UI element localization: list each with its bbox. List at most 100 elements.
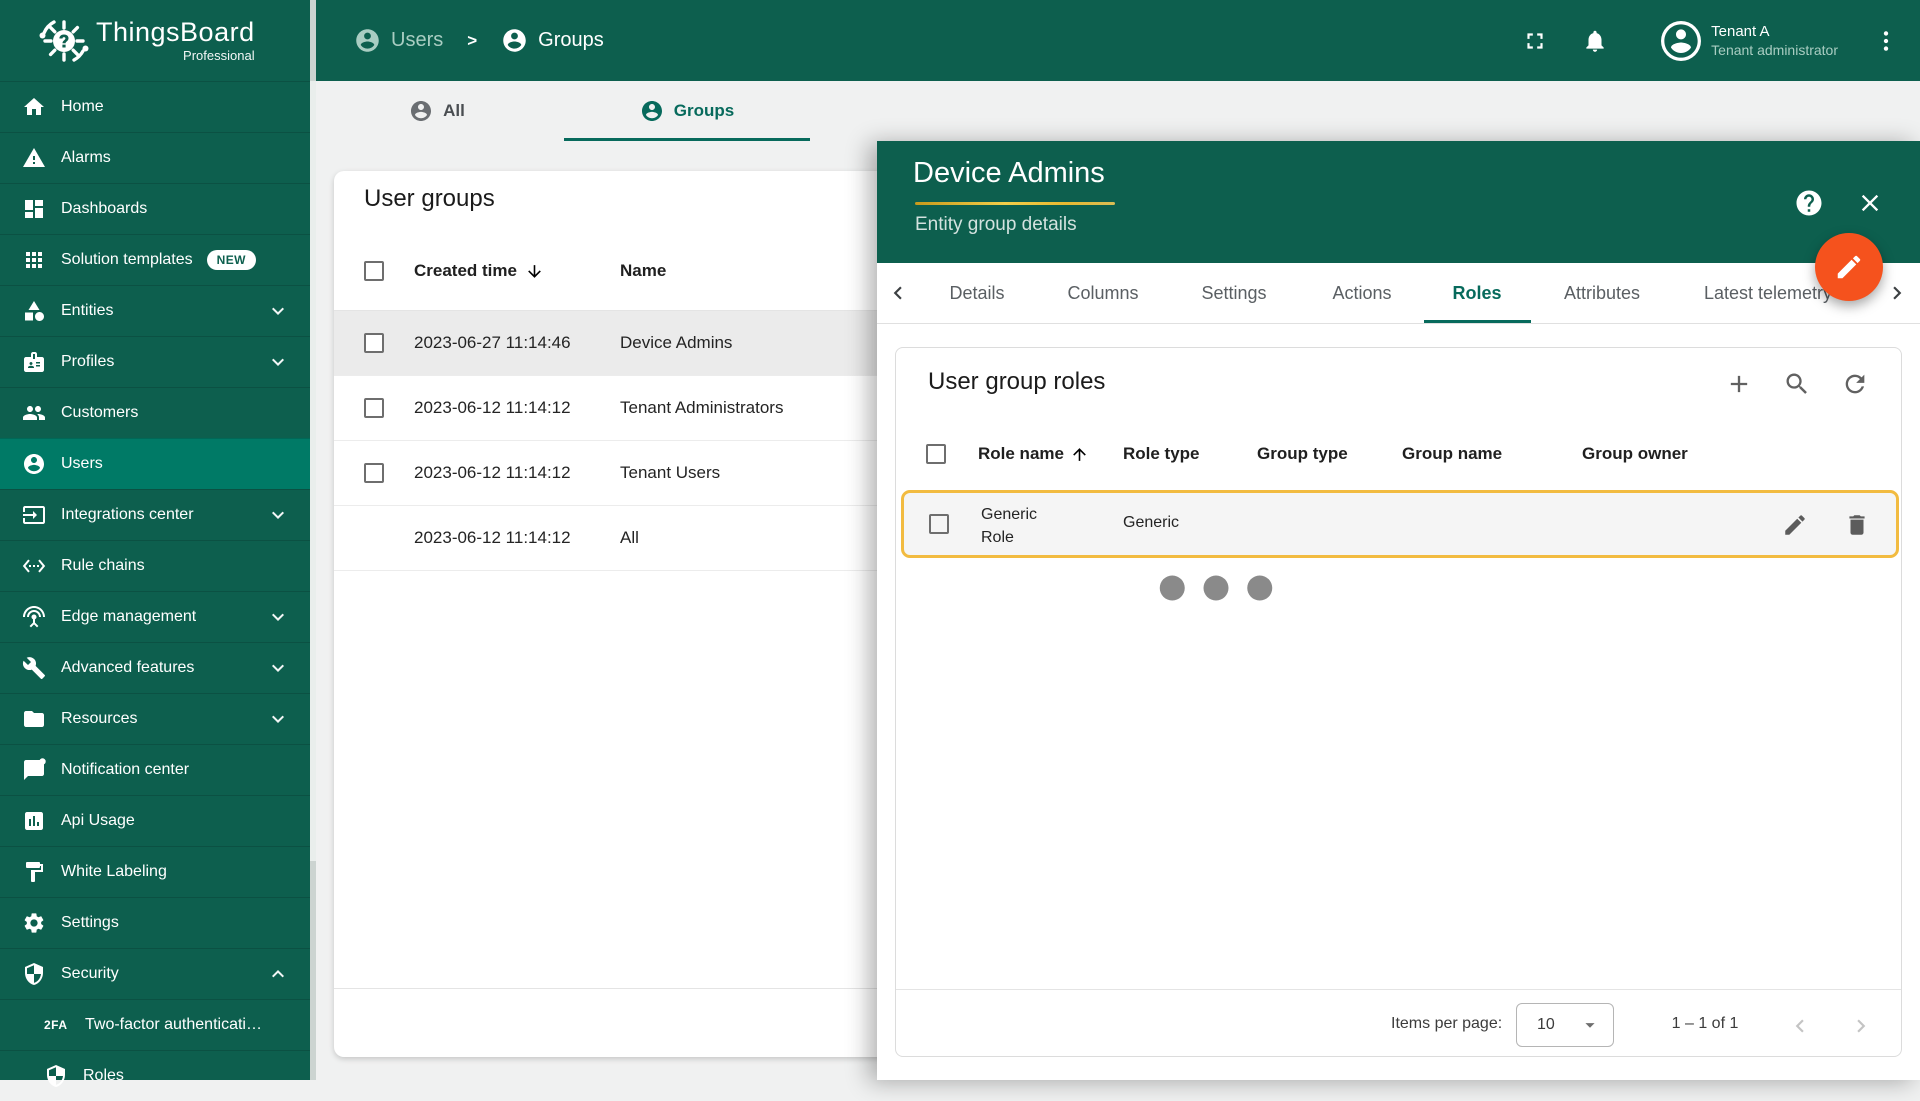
column-label: Role name bbox=[978, 444, 1064, 464]
sidebar-item-api-usage[interactable]: Api Usage bbox=[0, 795, 310, 846]
sidebar-item-label: White Labeling bbox=[61, 863, 167, 881]
delete-role-button[interactable] bbox=[1844, 512, 1870, 538]
row-checkbox[interactable] bbox=[929, 514, 949, 534]
app-logo[interactable]: ThingsBoard Professional bbox=[0, 0, 310, 81]
more-horiz-icon bbox=[1066, 513, 1366, 663]
account-circle-icon bbox=[354, 27, 381, 54]
previous-page-button[interactable] bbox=[1787, 1013, 1813, 1039]
row-checkbox[interactable] bbox=[364, 398, 384, 418]
sidebar-item-dashboards[interactable]: Dashboards bbox=[0, 183, 310, 234]
table-row-highlighted[interactable]: Generic Role Generic bbox=[901, 490, 1899, 558]
notifications-button[interactable] bbox=[1573, 19, 1617, 63]
sidebar-item-integrations-center[interactable]: Integrations center bbox=[0, 489, 310, 540]
refresh-button[interactable] bbox=[1841, 370, 1869, 398]
drawer-header: Device Admins Entity group details bbox=[877, 141, 1920, 263]
paint-icon bbox=[22, 860, 46, 884]
sidebar-item-label: Advanced features bbox=[61, 659, 194, 677]
help-button[interactable] bbox=[1794, 188, 1824, 218]
breadcrumb: Users > Groups bbox=[354, 0, 604, 81]
tab-roles[interactable]: Roles bbox=[1452, 263, 1501, 324]
column-role-name[interactable]: Role name bbox=[978, 444, 1089, 464]
sidebar-item-edge-management[interactable]: Edge management bbox=[0, 591, 310, 642]
sidebar-scrollbar[interactable] bbox=[310, 0, 316, 1080]
sidebar-item-customers[interactable]: Customers bbox=[0, 387, 310, 438]
sidebar-item-users[interactable]: Users bbox=[0, 438, 310, 489]
drawer-subtitle: Entity group details bbox=[915, 214, 1077, 236]
sidebar-item-two-factor-authentication[interactable]: 2FATwo-factor authenticati… bbox=[0, 999, 310, 1050]
column-group-type[interactable]: Group type bbox=[1257, 444, 1348, 464]
warning-icon bbox=[22, 146, 46, 170]
sidebar-item-entities[interactable]: Entities bbox=[0, 285, 310, 336]
breadcrumb-item-groups[interactable]: Groups bbox=[501, 27, 604, 54]
sidebar-item-security[interactable]: Security bbox=[0, 948, 310, 999]
column-label: Group name bbox=[1402, 444, 1502, 464]
close-button[interactable] bbox=[1856, 189, 1884, 217]
more-menu-button[interactable] bbox=[1864, 19, 1908, 63]
edit-role-button[interactable] bbox=[1782, 512, 1808, 538]
sidebar-item-label: Alarms bbox=[61, 149, 111, 167]
apps-grid-icon bbox=[22, 248, 46, 272]
person-icon bbox=[1661, 20, 1701, 62]
sidebar-item-home[interactable]: Home bbox=[0, 81, 310, 132]
cell-role-type: Generic bbox=[1123, 514, 1179, 532]
tenant-name: Tenant A bbox=[1711, 22, 1838, 42]
add-role-button[interactable] bbox=[1725, 370, 1753, 398]
page-size-select[interactable]: 10 bbox=[1516, 1003, 1614, 1047]
trash-icon bbox=[1844, 512, 1870, 538]
sidebar-item-notification-center[interactable]: Notification center bbox=[0, 744, 310, 795]
logo-title: ThingsBoard bbox=[96, 19, 255, 46]
sidebar-item-resources[interactable]: Resources bbox=[0, 693, 310, 744]
tab-settings[interactable]: Settings bbox=[1201, 263, 1266, 324]
folder-icon bbox=[22, 707, 46, 731]
column-name[interactable]: Name bbox=[620, 261, 666, 281]
account-circle-icon bbox=[22, 452, 46, 476]
sidebar-item-alarms[interactable]: Alarms bbox=[0, 132, 310, 183]
sidebar-item-label: Solution templates bbox=[61, 251, 193, 269]
tab-groups[interactable]: Groups bbox=[562, 81, 812, 141]
tab-actions[interactable]: Actions bbox=[1332, 263, 1391, 324]
column-group-owner[interactable]: Group owner bbox=[1582, 444, 1688, 464]
cell-name: Tenant Users bbox=[620, 463, 720, 483]
select-all-checkbox[interactable] bbox=[364, 261, 384, 281]
column-created-time[interactable]: Created time bbox=[414, 261, 544, 281]
column-group-name[interactable]: Group name bbox=[1402, 444, 1502, 464]
next-page-button[interactable] bbox=[1848, 1013, 1874, 1039]
sidebar-item-label: Settings bbox=[61, 914, 119, 932]
role-more-button[interactable] bbox=[1066, 513, 1090, 537]
logo-edition: Professional bbox=[96, 49, 255, 62]
tabs-scroll-left-button[interactable] bbox=[885, 280, 911, 306]
sort-asc-icon bbox=[1070, 445, 1089, 464]
user-avatar[interactable] bbox=[1661, 21, 1701, 61]
row-checkbox[interactable] bbox=[364, 463, 384, 483]
sidebar-item-profiles[interactable]: Profiles bbox=[0, 336, 310, 387]
sidebar-item-white-labeling[interactable]: White Labeling bbox=[0, 846, 310, 897]
sidebar-item-rule-chains[interactable]: Rule chains bbox=[0, 540, 310, 591]
sidebar-item-advanced-features[interactable]: Advanced features bbox=[0, 642, 310, 693]
column-label: Group type bbox=[1257, 444, 1348, 464]
fullscreen-button[interactable] bbox=[1513, 19, 1557, 63]
column-label: Role type bbox=[1123, 444, 1200, 464]
tab-details[interactable]: Details bbox=[949, 263, 1004, 324]
tab-latest-telemetry[interactable]: Latest telemetry bbox=[1704, 263, 1832, 324]
sidebar-item-label: Roles bbox=[83, 1067, 124, 1085]
row-checkbox[interactable] bbox=[364, 333, 384, 353]
search-button[interactable] bbox=[1783, 370, 1811, 398]
sidebar-scrollbar-thumb[interactable] bbox=[310, 81, 316, 861]
select-all-checkbox[interactable] bbox=[926, 444, 946, 464]
sidebar-item-solution-templates[interactable]: Solution templatesNEW bbox=[0, 234, 310, 285]
user-menu[interactable]: Tenant A Tenant administrator bbox=[1711, 22, 1838, 60]
column-role-type[interactable]: Role type bbox=[1123, 444, 1200, 464]
cell-created-time: 2023-06-12 11:14:12 bbox=[414, 398, 571, 418]
shield-icon bbox=[44, 1064, 68, 1088]
edit-fab-button[interactable] bbox=[1815, 233, 1883, 301]
tab-all[interactable]: All bbox=[312, 81, 562, 141]
gear-icon bbox=[22, 911, 46, 935]
sidebar-item-roles[interactable]: Roles bbox=[0, 1050, 310, 1101]
sidebar-item-settings[interactable]: Settings bbox=[0, 897, 310, 948]
breadcrumb-item-users[interactable]: Users bbox=[354, 27, 443, 54]
tab-columns[interactable]: Columns bbox=[1067, 263, 1138, 324]
thingsboard-bug-icon bbox=[38, 15, 90, 67]
tab-attributes[interactable]: Attributes bbox=[1564, 263, 1640, 324]
tabs-scroll-right-button[interactable] bbox=[1884, 280, 1910, 306]
sidebar-item-label: Home bbox=[61, 98, 104, 116]
